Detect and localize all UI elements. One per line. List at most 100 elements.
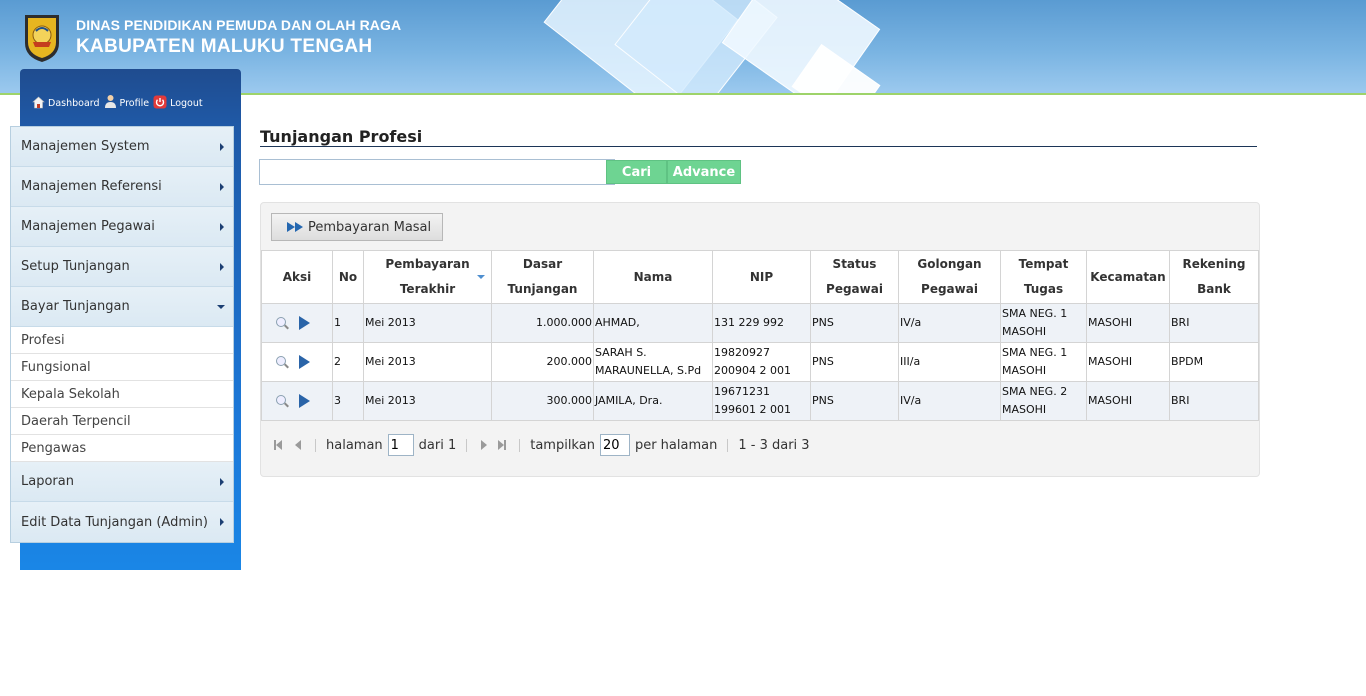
last-page-icon[interactable] xyxy=(495,438,509,452)
cell-nip: 19820927 200904 2 001 xyxy=(712,342,811,382)
menu-item-bayar-tunjangan[interactable]: Bayar Tunjangan xyxy=(11,287,233,327)
sidebar-menu: Manajemen System Manajemen Referensi Man… xyxy=(10,126,234,543)
header-label: Pembayaran xyxy=(385,257,470,271)
search-button[interactable]: Cari xyxy=(606,160,667,184)
tempat-line: SMA NEG. 1 xyxy=(1002,346,1068,359)
cell-nip: 131 229 992 xyxy=(712,303,811,343)
cell-no: 3 xyxy=(332,381,364,421)
column-header-dasar-tunjangan[interactable]: Dasar Tunjangan xyxy=(491,250,594,304)
column-header-nip[interactable]: NIP xyxy=(712,250,811,304)
menu-item-label: Manajemen Referensi xyxy=(21,179,162,194)
header-label: NIP xyxy=(749,269,774,284)
total-pages-label: dari 1 xyxy=(418,437,457,453)
pembayaran-masal-button[interactable]: Pembayaran Masal xyxy=(271,213,443,241)
submenu-item-pengawas[interactable]: Pengawas xyxy=(11,435,233,462)
cell-nip: 19671231 199601 2 001 xyxy=(712,381,811,421)
pager-separator xyxy=(466,438,468,452)
sort-desc-icon xyxy=(477,275,485,279)
cell-golongan: IV/a xyxy=(898,381,1001,421)
advance-search-button[interactable]: Advance xyxy=(667,160,741,184)
dashboard-link[interactable]: Dashboard xyxy=(32,96,100,109)
column-header-no[interactable]: No xyxy=(332,250,364,304)
nip-line: 19820927 xyxy=(714,346,770,359)
menu-item-manajemen-referensi[interactable]: Manajemen Referensi xyxy=(11,167,233,207)
cell-no: 1 xyxy=(332,303,364,343)
column-header-nama[interactable]: Nama xyxy=(593,250,713,304)
title-underline xyxy=(260,146,1257,147)
column-header-tempat-tugas[interactable]: Tempat Tugas xyxy=(1000,250,1087,304)
submenu-item-label: Fungsional xyxy=(21,359,91,375)
power-icon xyxy=(153,95,167,109)
column-header-pembayaran-terakhir[interactable]: Pembayaran Terakhir xyxy=(363,250,492,304)
cell-dasar: 200.000 xyxy=(491,342,594,382)
table-row[interactable]: 2 Mei 2013 200.000 SARAH S. MARAUNELLA, S… xyxy=(261,342,1259,382)
header-label: Bank xyxy=(1197,282,1231,296)
header-label: Golongan xyxy=(917,257,982,271)
nip-line: 199601 2 001 xyxy=(714,403,791,416)
submenu-item-kepala-sekolah[interactable]: Kepala Sekolah xyxy=(11,381,233,408)
agency-name: DINAS PENDIDIKAN PEMUDA DAN OLAH RAGA xyxy=(76,17,402,33)
cell-golongan: IV/a xyxy=(898,303,1001,343)
cell-kecamatan: MASOHI xyxy=(1086,381,1170,421)
user-icon xyxy=(104,95,116,108)
chevron-right-icon xyxy=(220,518,224,526)
halaman-label: halaman xyxy=(326,437,383,453)
search-input[interactable] xyxy=(259,159,615,185)
cell-aksi xyxy=(261,342,333,382)
column-header-status-pegawai[interactable]: Status Pegawai xyxy=(810,250,899,304)
tempat-line: MASOHI xyxy=(1002,325,1047,338)
view-detail-icon[interactable] xyxy=(275,355,289,369)
cell-terakhir: Mei 2013 xyxy=(363,303,492,343)
menu-item-label: Setup Tunjangan xyxy=(21,259,130,274)
dashboard-label: Dashboard xyxy=(48,98,100,109)
top-navigation: Dashboard Profile Logout xyxy=(32,94,205,109)
view-detail-icon[interactable] xyxy=(275,394,289,408)
next-page-icon[interactable] xyxy=(477,438,491,452)
header-label: Aksi xyxy=(282,269,312,284)
submenu-item-daerah-terpencil[interactable]: Daerah Terpencil xyxy=(11,408,233,435)
table-row[interactable]: 1 Mei 2013 1.000.000 AHMAD, 131 229 992 … xyxy=(261,303,1259,343)
cell-dasar: 1.000.000 xyxy=(491,303,594,343)
cell-bank: BRI xyxy=(1169,303,1259,343)
cell-golongan: III/a xyxy=(898,342,1001,382)
nama-line: JAMILA, Dra. xyxy=(595,394,663,407)
page-size-input[interactable] xyxy=(599,434,630,456)
previous-page-icon[interactable] xyxy=(291,438,305,452)
regency-emblem-icon xyxy=(25,15,59,62)
view-detail-icon[interactable] xyxy=(275,316,289,330)
submenu-item-fungsional[interactable]: Fungsional xyxy=(11,354,233,381)
header-label: Kecamatan xyxy=(1090,269,1166,284)
column-header-golongan-pegawai[interactable]: Golongan Pegawai xyxy=(898,250,1001,304)
cell-status: PNS xyxy=(810,303,899,343)
column-header-aksi[interactable]: Aksi xyxy=(261,250,333,304)
menu-item-manajemen-system[interactable]: Manajemen System xyxy=(11,127,233,167)
profile-link[interactable]: Profile xyxy=(104,94,149,109)
table-row[interactable]: 3 Mei 2013 300.000 JAMILA, Dra. 19671231… xyxy=(261,381,1259,421)
menu-item-edit-data-tunjangan[interactable]: Edit Data Tunjangan (Admin) xyxy=(11,502,233,542)
page-number-input[interactable] xyxy=(387,434,414,456)
cell-status: PNS xyxy=(810,342,899,382)
submenu-item-profesi[interactable]: Profesi xyxy=(11,327,233,354)
regency-name: KABUPATEN MALUKU TENGAH xyxy=(76,36,373,57)
pay-play-icon[interactable] xyxy=(299,394,310,408)
cell-kecamatan: MASOHI xyxy=(1086,342,1170,382)
cell-bank: BPDM xyxy=(1169,342,1259,382)
column-header-rekening-bank[interactable]: Rekening Bank xyxy=(1169,250,1259,304)
header-label: Tunjangan xyxy=(507,282,578,296)
column-header-kecamatan[interactable]: Kecamatan xyxy=(1086,250,1170,304)
header-label: Status xyxy=(832,257,877,271)
first-page-icon[interactable] xyxy=(271,438,285,452)
cell-dasar: 300.000 xyxy=(491,381,594,421)
menu-item-laporan[interactable]: Laporan xyxy=(11,462,233,502)
menu-item-label: Edit Data Tunjangan (Admin) xyxy=(21,514,208,530)
pager-separator xyxy=(315,438,316,452)
menu-item-setup-tunjangan[interactable]: Setup Tunjangan xyxy=(11,247,233,287)
logout-link[interactable]: Logout xyxy=(153,95,203,109)
pay-play-icon[interactable] xyxy=(299,316,310,330)
cell-tempat: SMA NEG. 2 MASOHI xyxy=(1000,381,1087,421)
pay-play-icon[interactable] xyxy=(299,355,310,369)
table-header-row: Aksi No Pembayaran Terakhir Dasar Tunjanga… xyxy=(261,250,1259,304)
header-label: Rekening xyxy=(1182,257,1246,271)
cell-tempat: SMA NEG. 1 MASOHI xyxy=(1000,303,1087,343)
menu-item-manajemen-pegawai[interactable]: Manajemen Pegawai xyxy=(11,207,233,247)
